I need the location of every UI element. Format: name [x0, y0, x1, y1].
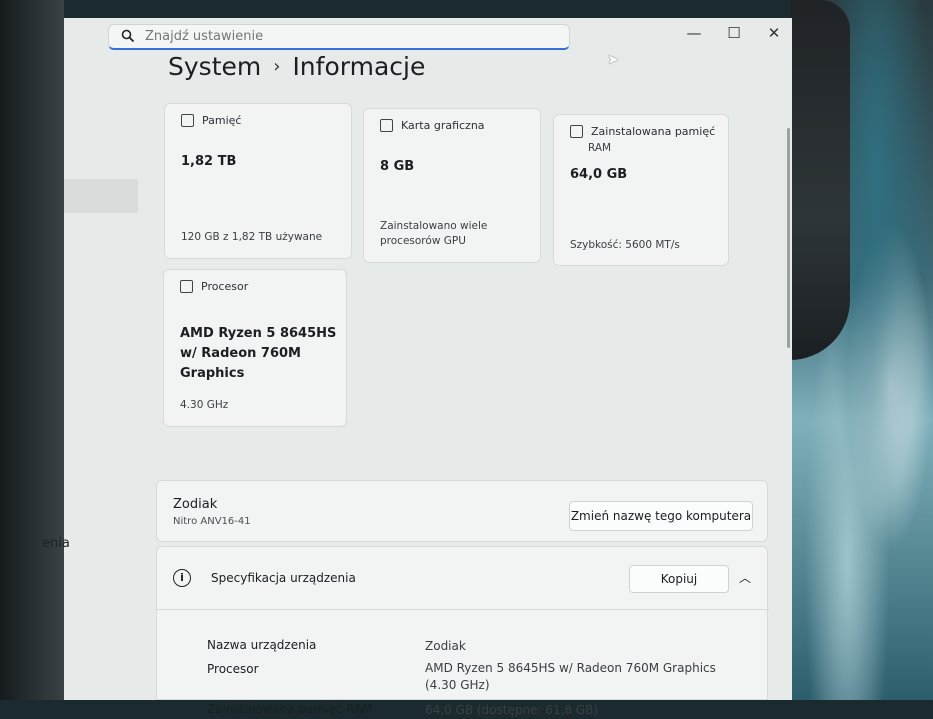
- ram-value: 64,0 GB: [570, 167, 628, 182]
- storage-card[interactable]: Pamięć 1,82 TB 120 GB z 1,82 TB używane: [164, 103, 352, 259]
- ram-icon: [570, 125, 583, 138]
- gpu-detail-2: procesorów GPU: [380, 235, 466, 247]
- nav-selected-item[interactable]: [64, 179, 138, 213]
- device-specs-section: i Specyfikacja urządzenia Kopiuj ︿ Nazwa…: [156, 546, 769, 717]
- gpu-icon: [380, 119, 393, 132]
- spec-row-value: AMD Ryzen 5 8645HS w/ Radeon 760M Graphi…: [425, 661, 716, 675]
- device-name: Zodiak: [173, 497, 218, 512]
- cpu-card[interactable]: Procesor AMD Ryzen 5 8645HS w/ Radeon 76…: [163, 269, 347, 427]
- cpu-icon: [180, 280, 193, 293]
- minimize-button[interactable]: —: [674, 22, 714, 44]
- divider: [157, 609, 769, 610]
- cpu-value-2: w/ Radeon 760M: [180, 346, 301, 361]
- gpu-card[interactable]: Karta graficzna 8 GB Zainstalowano wiele…: [363, 108, 541, 263]
- search-input[interactable]: [143, 28, 547, 45]
- gpu-detail-1: Zainstalowano wiele: [380, 220, 488, 232]
- copy-button[interactable]: Kopiuj: [629, 565, 729, 593]
- device-name-card: Zodiak Nitro ANV16-41 Zmień nazwę tego k…: [156, 480, 768, 542]
- nav-item-label[interactable]: enia: [42, 536, 70, 551]
- ram-label-1: Zainstalowana pamięć: [591, 125, 716, 138]
- cpu-value-3: Graphics: [180, 366, 245, 381]
- spec-row-label: Nazwa urządzenia: [207, 638, 317, 652]
- spec-row-label: Zainstalowana pamięć RAM: [207, 702, 373, 716]
- specs-title: Specyfikacja urządzenia: [211, 571, 356, 585]
- ram-label-2: RAM: [588, 142, 612, 154]
- spec-row-value: 64,0 GB (dostępne: 61,8 GB): [425, 703, 599, 717]
- maximize-button[interactable]: ☐: [714, 22, 754, 44]
- spec-row-label: Procesor: [207, 662, 259, 676]
- page-title: Informacje: [292, 52, 426, 81]
- storage-detail: 120 GB z 1,82 TB używane: [181, 231, 323, 243]
- search-icon: [121, 29, 135, 43]
- search-box[interactable]: [108, 24, 570, 50]
- breadcrumb-separator: ›: [273, 56, 281, 77]
- ram-card[interactable]: Zainstalowana pamięć RAM 64,0 GB Szybkoś…: [553, 114, 729, 266]
- breadcrumb-parent[interactable]: System: [168, 52, 261, 81]
- spec-row-value: Zodiak: [425, 639, 466, 653]
- breadcrumb: System › Informacje: [168, 52, 425, 81]
- gpu-label: Karta graficzna: [401, 119, 485, 132]
- info-icon: i: [173, 569, 191, 587]
- device-model: Nitro ANV16-41: [173, 516, 251, 527]
- cpu-label: Procesor: [201, 280, 249, 293]
- storage-icon: [181, 114, 194, 127]
- spec-row-value-cont: (4.30 GHz): [425, 678, 490, 692]
- screen-bezel: [0, 0, 64, 700]
- settings-window: — ☐ ✕ enia System › Informacje Pamięć 1,82…: [42, 18, 792, 717]
- scrollbar[interactable]: [787, 128, 790, 348]
- ram-detail: Szybkość: 5600 MT/s: [570, 239, 680, 251]
- rename-pc-button[interactable]: Zmień nazwę tego komputera: [569, 501, 753, 531]
- close-button[interactable]: ✕: [754, 22, 794, 44]
- mouse-cursor-icon: ➤: [607, 52, 619, 68]
- storage-label: Pamięć: [202, 114, 242, 127]
- title-bar: — ☐ ✕: [64, 18, 792, 52]
- cpu-value-1: AMD Ryzen 5 8645HS: [180, 326, 337, 341]
- storage-value: 1,82 TB: [181, 154, 237, 169]
- chevron-up-icon[interactable]: ︿: [739, 569, 751, 586]
- gpu-value: 8 GB: [380, 159, 415, 174]
- left-navigation: enia: [42, 52, 144, 700]
- wallpaper-rock: [790, 0, 850, 360]
- cpu-detail: 4.30 GHz: [180, 399, 229, 411]
